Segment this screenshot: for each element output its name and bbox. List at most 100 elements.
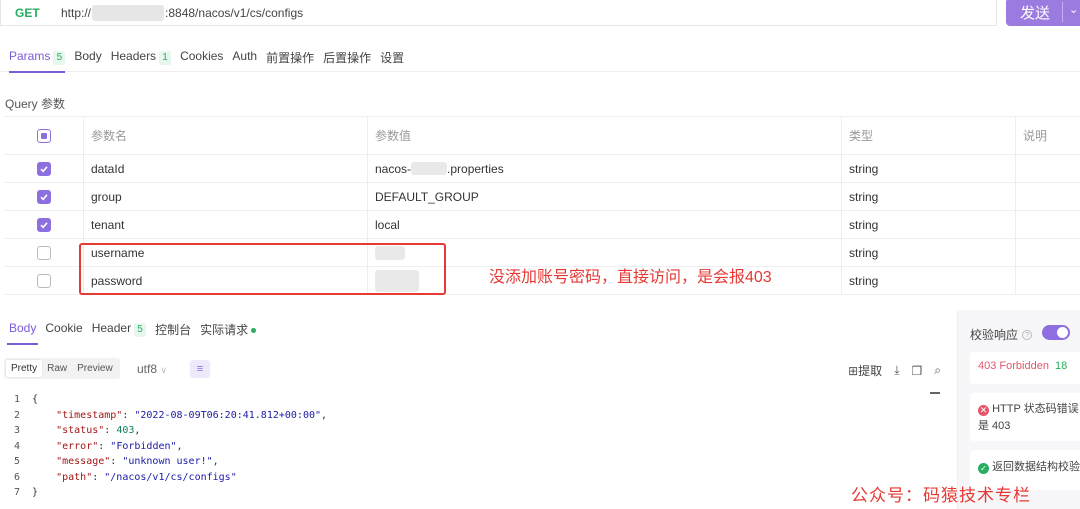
header-name: 参数名 [91, 129, 128, 143]
tab-label: 前置操作 [266, 51, 315, 65]
view-mode-raw[interactable]: Raw [42, 360, 72, 377]
error-detail: 是 403 [978, 420, 1011, 432]
tab-body[interactable]: Body [74, 40, 101, 72]
param-type[interactable]: string [849, 267, 878, 294]
value-suffix: .properties [447, 161, 504, 176]
code-line: 1{ [0, 392, 945, 408]
response-tools: ⊞提取 ⤓ ❐ ⌕ [848, 362, 941, 379]
count-badge: 1 [159, 51, 172, 65]
code-token: : [92, 471, 105, 483]
param-value[interactable]: local [375, 211, 400, 238]
tab-label: Cookie [45, 321, 83, 335]
tab-response-body[interactable]: Body [6, 318, 39, 345]
view-mode-preview[interactable]: Preview [72, 360, 118, 377]
search-icon[interactable]: ⌕ [934, 363, 941, 378]
row-checkbox[interactable] [37, 217, 51, 232]
header-desc: 说明 [1023, 129, 1048, 143]
row-checkbox[interactable] [37, 245, 51, 260]
row-checkbox[interactable] [37, 189, 51, 204]
param-type[interactable]: string [849, 155, 878, 182]
param-name[interactable]: group [91, 183, 122, 210]
word-wrap-icon[interactable]: ≡ [190, 360, 210, 378]
tab-response-cookie[interactable]: Cookie [45, 318, 82, 345]
tab-label: Body [74, 49, 102, 63]
tab-label: 控制台 [155, 323, 192, 337]
tab-label: Body [9, 321, 37, 335]
url-text[interactable]: http:// :8848/nacos/v1/cs/configs [61, 4, 303, 21]
request-url-bar: GET http:// :8848/nacos/v1/cs/configs 发送… [0, 0, 1080, 26]
code-token: : [122, 409, 135, 421]
param-name[interactable]: dataId [91, 155, 124, 182]
table-header-row: 参数名 参数值 类型 说明 [4, 117, 1080, 155]
value-prefix: nacos- [375, 161, 412, 176]
code-token: "/nacos/v1/cs/configs" [104, 471, 237, 483]
code-token: , [176, 440, 183, 452]
tab-headers[interactable]: Headers 1 [110, 40, 172, 72]
http-method-select[interactable]: GET [15, 6, 55, 20]
tab-label: 设置 [380, 51, 405, 65]
code-token: "timestamp" [56, 409, 123, 421]
param-value[interactable]: nacos- .properties [375, 155, 504, 182]
tab-settings[interactable]: 设置 [380, 40, 404, 72]
view-mode-switch: Pretty Raw Preview [4, 358, 120, 379]
redacted-host [92, 4, 165, 21]
code-line: 2 "timestamp": "2022-08-09T06:20:41.812+… [0, 408, 945, 424]
send-button[interactable]: 发送 ⌄ [1006, 0, 1080, 26]
row-checkbox[interactable] [37, 161, 51, 176]
extract-button[interactable]: ⊞提取 [848, 362, 882, 379]
row-check-cell [37, 183, 51, 210]
table-row: tenant local string [4, 211, 1080, 239]
count-badge: 5 [134, 323, 147, 337]
extract-icon: ⊞ [848, 364, 859, 378]
view-mode-pretty[interactable]: Pretty [6, 360, 43, 377]
table-row: dataId nacos- .properties string [4, 155, 1080, 183]
param-value[interactable]: DEFAULT_GROUP [375, 183, 479, 210]
code-line: 6 "path": "/nacos/v1/cs/configs" [0, 470, 945, 486]
line-number: 5 [13, 456, 20, 467]
copy-icon[interactable]: ❐ [912, 364, 923, 378]
status-text: 403 Forbidden [978, 360, 1049, 372]
response-body-code[interactable]: 1{2 "timestamp": "2022-08-09T06:20:41.81… [0, 392, 945, 509]
tab-label: 实际请求 [200, 323, 249, 337]
tab-cookies[interactable]: Cookies [180, 40, 223, 72]
encoding-value: utf8 [137, 362, 158, 376]
select-all-checkbox[interactable] [37, 128, 51, 143]
param-type[interactable]: string [849, 211, 878, 238]
code-token: { [32, 394, 39, 405]
download-icon[interactable]: ⤓ [894, 363, 899, 378]
tab-label: Headers [110, 49, 157, 63]
param-type[interactable]: string [849, 183, 878, 210]
encoding-select[interactable]: utf8 ∨ [137, 362, 167, 376]
tab-console[interactable]: 控制台 [155, 318, 191, 345]
select-all-cell [37, 117, 51, 154]
check-circle-icon: ✓ [978, 463, 989, 474]
param-name[interactable]: tenant [91, 211, 124, 238]
row-checkbox[interactable] [37, 273, 51, 288]
chevron-down-icon[interactable]: ⌄ [1069, 3, 1078, 16]
code-token: "Forbidden" [110, 440, 177, 452]
tab-response-header[interactable]: Header 5 [92, 318, 147, 345]
help-icon[interactable]: ? [1022, 329, 1033, 340]
url-prefix: http:// [61, 5, 92, 20]
tab-post-script[interactable]: 后置操作 [323, 40, 371, 72]
header-value: 参数值 [375, 129, 412, 143]
watermark-text: 公众号：码猿技术专栏 [851, 486, 1031, 506]
row-check-cell [37, 239, 51, 266]
tab-actual-request[interactable]: 实际请求 [200, 318, 257, 345]
param-type[interactable]: string [849, 239, 878, 266]
annotation-text: 没添加账号密码，直接访问，是会报403 [489, 269, 772, 286]
check-icon [40, 221, 48, 228]
check-icon [40, 165, 48, 172]
code-token: : [98, 440, 111, 452]
query-params-label: Query 参数 [5, 97, 66, 111]
tab-params[interactable]: Params 5 [9, 40, 66, 73]
tab-pre-script[interactable]: 前置操作 [266, 40, 314, 72]
validate-toggle[interactable] [1042, 325, 1070, 340]
scrollbar-thumb[interactable] [930, 392, 940, 404]
url-input[interactable]: GET http:// :8848/nacos/v1/cs/configs [0, 0, 997, 26]
tab-auth[interactable]: Auth [232, 40, 257, 72]
